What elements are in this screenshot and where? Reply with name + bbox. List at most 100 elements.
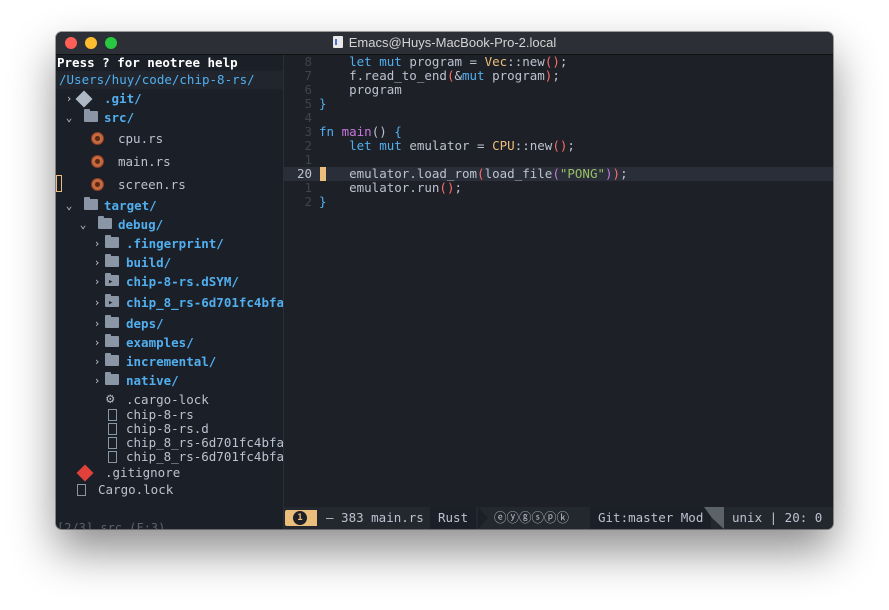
- code-text: fn main() {: [319, 125, 402, 139]
- code-token: mut: [462, 68, 485, 83]
- code-text: }: [319, 97, 327, 111]
- code-text: emulator.load_rom(load_file("PONG"));: [319, 167, 628, 181]
- neotree-root-path[interactable]: /Users/huy/code/chip-8-rs/: [56, 71, 283, 89]
- tree-item[interactable]: › incremental/: [56, 353, 283, 371]
- code-line[interactable]: 1: [284, 153, 833, 167]
- chevron-right-icon[interactable]: ›: [92, 353, 102, 371]
- chevron-right-icon[interactable]: ›: [92, 235, 102, 253]
- tree-item[interactable]: ⌄ src/: [56, 109, 283, 127]
- line-number: 5: [304, 96, 312, 111]
- code-line[interactable]: 2}: [284, 195, 833, 209]
- tree-item-label: .gitignore: [105, 465, 181, 480]
- neotree-help-text: Press ? for neotree help: [57, 55, 238, 70]
- file-icon: [77, 484, 86, 496]
- window-title: Emacs@Huys-MacBook-Pro-2.local: [56, 35, 833, 50]
- line-number: 20: [296, 166, 312, 181]
- code-token: ): [612, 166, 621, 181]
- code-token: "PONG": [559, 166, 605, 181]
- code-text: emulator.run();: [319, 181, 462, 195]
- code-line[interactable]: 6 program: [284, 83, 833, 97]
- code-line[interactable]: 1 emulator.run();: [284, 181, 833, 195]
- tree-item[interactable]: › deps/: [56, 315, 283, 333]
- tree-item[interactable]: screen.rs: [56, 176, 283, 194]
- tree-item[interactable]: ⌄ target/: [56, 197, 283, 215]
- tree-item[interactable]: › native/: [56, 372, 283, 390]
- tree-item[interactable]: ⌄ debug/: [56, 216, 283, 234]
- code-line[interactable]: 5}: [284, 97, 833, 111]
- chevron-right-icon[interactable]: ›: [92, 254, 102, 272]
- code-line[interactable]: 7 f.read_to_end(&mut program);: [284, 69, 833, 83]
- code-token: main: [341, 124, 372, 139]
- chevron-right-icon[interactable]: ›: [64, 90, 74, 108]
- current-code-line[interactable]: 20 emulator.load_rom(load_file("PONG"));: [284, 167, 833, 181]
- chevron-right-icon[interactable]: ›: [92, 273, 102, 291]
- code-token: load_file: [484, 166, 553, 181]
- code-token: (: [552, 138, 560, 153]
- tree-item[interactable]: › .git/: [56, 90, 283, 108]
- tree-item-label: src/: [104, 110, 135, 125]
- code-token: ;: [620, 166, 628, 181]
- folder-icon: [105, 315, 119, 328]
- code-text: let mut emulator = CPU::new();: [319, 139, 575, 153]
- tree-item[interactable]: Cargo.lock: [56, 481, 283, 499]
- code-token: ::new: [507, 54, 545, 69]
- tree-item[interactable]: › chip-8-rs.dSYM/: [56, 273, 283, 291]
- code-token: CPU: [492, 138, 515, 153]
- code-token: }: [319, 194, 327, 209]
- tree-item-label: incremental/: [126, 354, 217, 369]
- chevron-down-icon[interactable]: ⌄: [78, 216, 88, 234]
- tree-item-label: debug/: [118, 217, 164, 232]
- tree-item-label: target/: [104, 198, 157, 213]
- code-token: (: [477, 166, 485, 181]
- code-token: let: [349, 54, 372, 69]
- major-mode[interactable]: Rust: [430, 507, 477, 529]
- chevron-down-icon[interactable]: ⌄: [64, 197, 74, 215]
- code-token: &: [454, 68, 462, 83]
- tree-item[interactable]: › .fingerprint/: [56, 235, 283, 253]
- code-editor[interactable]: 8 let mut program = Vec::new(); 7 f.read_…: [284, 55, 833, 507]
- emacs-window: Emacs@Huys-MacBook-Pro-2.local Press ? f…: [56, 32, 833, 529]
- code-line[interactable]: 8 let mut program = Vec::new();: [284, 55, 833, 69]
- code-token: ): [552, 54, 560, 69]
- folder-icon: [105, 235, 119, 248]
- code-line[interactable]: 4: [284, 111, 833, 125]
- tree-item-label: main.rs: [118, 154, 171, 169]
- tree-item[interactable]: › examples/: [56, 334, 283, 352]
- vcs-branch[interactable]: Git:master Mod: [590, 507, 712, 529]
- line-number: 4: [304, 110, 312, 125]
- code-text: f.read_to_end(&mut program);: [319, 69, 560, 83]
- chevron-right-icon[interactable]: ›: [92, 334, 102, 352]
- line-number: 1: [304, 152, 312, 167]
- code-token: mut: [379, 54, 402, 69]
- rust-icon: [91, 155, 104, 168]
- tree-item[interactable]: cpu.rs: [56, 130, 283, 148]
- code-token: let: [349, 138, 372, 153]
- tree-item[interactable]: › chip_8_rs-6d701fc4bfa $: [56, 294, 283, 312]
- code-token: f.read_to_end: [319, 68, 447, 83]
- code-line[interactable]: 2 let mut emulator = CPU::new();: [284, 139, 833, 153]
- chevron-right-icon[interactable]: ›: [92, 372, 102, 390]
- code-token: program =: [401, 54, 485, 69]
- tree-item-label: deps/: [126, 316, 164, 331]
- neotree-status: [2/3] src (F:3): [57, 521, 166, 529]
- tree-item[interactable]: .gitignore: [56, 464, 283, 482]
- window-title-text: Emacs@Huys-MacBook-Pro-2.local: [348, 35, 557, 50]
- tree-item[interactable]: main.rs: [56, 153, 283, 171]
- tree-item[interactable]: › build/: [56, 254, 283, 272]
- code-token: ::new: [514, 138, 553, 153]
- code-token: (): [371, 124, 395, 139]
- minor-modes[interactable]: ⓔⓨⓖⓢⓟⓚ: [494, 507, 569, 529]
- title-bar: Emacs@Huys-MacBook-Pro-2.local: [56, 32, 833, 55]
- code-line[interactable]: 3 fn main() {: [284, 125, 833, 139]
- code-token: ;: [559, 54, 568, 69]
- neotree-sidebar[interactable]: Press ? for neotree help /Users/huy/code…: [56, 55, 284, 529]
- chevron-right-icon[interactable]: ›: [92, 315, 102, 333]
- line-number: 1: [304, 180, 312, 195]
- line-number: 3: [304, 124, 312, 139]
- chevron-right-icon[interactable]: ›: [92, 294, 102, 312]
- folder-icon: [105, 372, 119, 385]
- chevron-down-icon[interactable]: ⌄: [64, 109, 74, 127]
- document-icon: [332, 36, 343, 48]
- code-token: (: [439, 180, 447, 195]
- tree-item-label: chip_8_rs-6d701fc4bfa $: [126, 295, 284, 310]
